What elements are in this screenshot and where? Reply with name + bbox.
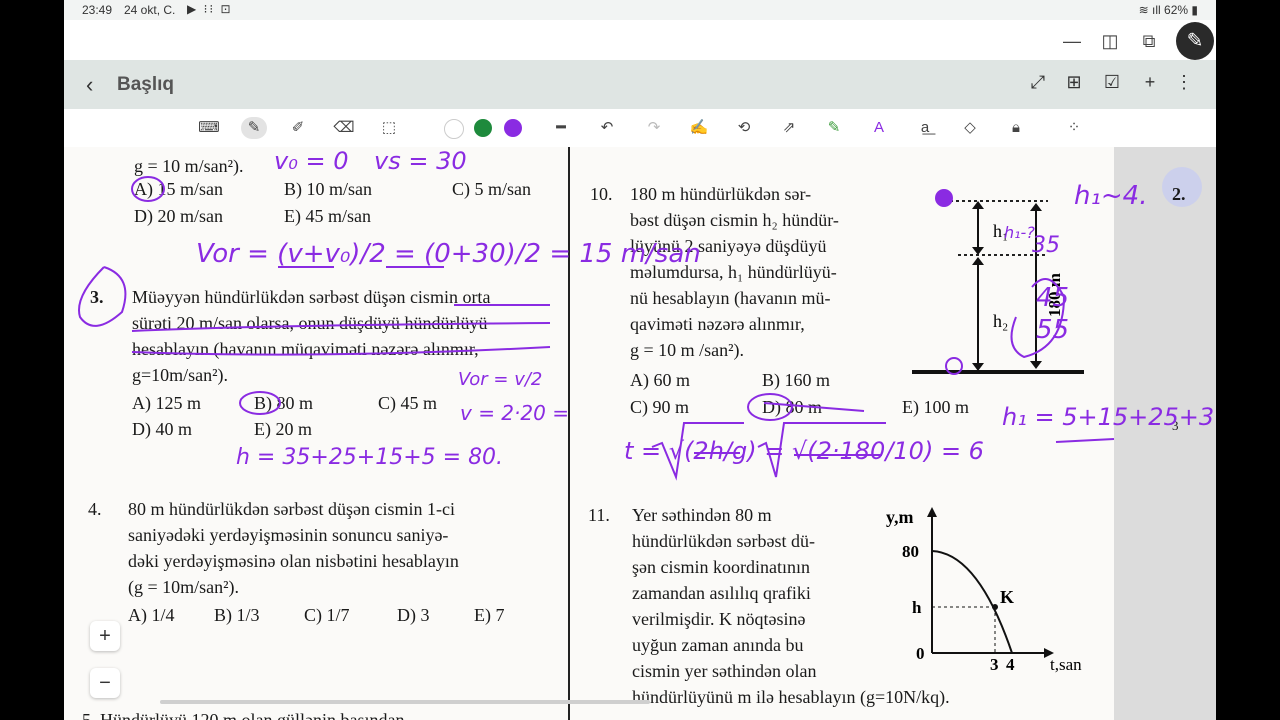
highlighter-icon[interactable]: ✐ [285, 117, 311, 139]
hw-fig-35: 35 [1032, 233, 1060, 258]
shape-pen-icon[interactable]: ⟲ [731, 117, 757, 139]
shapes-icon[interactable]: ◇ [957, 117, 983, 139]
lock-icon[interactable]: 🔒︎ [1003, 117, 1029, 139]
circle-answer-a [131, 176, 165, 202]
color-green-swatch[interactable] [474, 119, 492, 137]
drawing-toolbar: ⌨ ✎ ✐ ⌫ ⬚ ━ ↶ ↷ ✍ ⟲ ⇗ ✎ A a͟ ◇ 🔒︎ ⁘ [64, 109, 1216, 148]
hw-fig-45: 45 [1036, 283, 1070, 313]
minimize-icon[interactable]: — [1059, 28, 1085, 54]
hw-v0: v₀ = 0 [274, 147, 349, 175]
expand-icon[interactable]: ⤢ [1026, 72, 1050, 93]
hw-vs: vs = 30 [374, 147, 467, 175]
green-highlighter-icon[interactable]: ✎ [821, 117, 847, 139]
window-controls: — ◫ ⧉ [64, 20, 1216, 60]
battery-level: 62% [1164, 3, 1189, 17]
status-right: ≋ ıll 62% ▮ [1139, 3, 1198, 17]
stroke-width-icon[interactable]: ━ [548, 117, 574, 139]
pen-shortcut-icon[interactable]: ✎ [1176, 22, 1214, 60]
color-purple-swatch[interactable] [504, 119, 522, 137]
status-date: 24 okt, C. [124, 3, 176, 17]
circle-q10-d [747, 393, 793, 421]
horizontal-scrollbar[interactable] [160, 700, 650, 704]
ground-marker [945, 357, 963, 375]
zoom-out-button[interactable]: − [90, 668, 120, 698]
color-white-swatch[interactable] [444, 119, 464, 139]
zoom-in-button[interactable]: + [90, 621, 120, 651]
redo-icon[interactable]: ↷ [641, 117, 667, 139]
underline-q3-2 [131, 322, 551, 332]
eraser-icon[interactable]: ⌫ [331, 117, 357, 139]
note-title[interactable]: Başlıq [117, 74, 174, 96]
status-time: 23:49 [82, 3, 113, 17]
arrow-pen-icon[interactable]: ⇗ [776, 117, 802, 139]
title-bar: ‹ Başlıq ⤢ ⊞ ☑ + ⋮ [64, 60, 1216, 109]
circle-q3-b [239, 391, 281, 415]
book-view-icon[interactable]: ⊞ [1062, 72, 1086, 93]
lasso-pen-icon[interactable]: ✍ [686, 117, 712, 139]
circle-q3 [78, 266, 127, 327]
popup-view-icon[interactable]: ⧉ [1136, 28, 1162, 54]
document-canvas[interactable]: 2. 3 g = 10 m/san²). A) 15 m/san B) 10 m… [64, 147, 1216, 720]
hw-h1-guess: h₁~4. [1074, 181, 1148, 211]
more-options-icon[interactable]: ⋮ [1172, 72, 1196, 93]
notification-icons: ▶ ⁝⁝ ⊡ [187, 2, 233, 16]
hw-t-formula: t = √(2h/g) = √(2·180/10) = 6 [624, 437, 984, 465]
hw-fig-55: 55 [1036, 315, 1070, 345]
keyboard-icon[interactable]: ⌨ [196, 117, 222, 139]
underline-q3-3 [131, 346, 551, 356]
split-view-icon[interactable]: ◫ [1097, 28, 1123, 54]
text-recognition-icon[interactable]: a͟ [912, 117, 938, 139]
status-bar: 23:49 24 okt, C. ▶ ⁝⁝ ⊡ ≋ ıll 62% ▮ [64, 0, 1216, 20]
text-style-icon[interactable]: A [866, 117, 892, 139]
add-icon[interactable]: + [1138, 72, 1162, 93]
hw-q3-sum: h = 35+25+15+5 = 80. [236, 445, 504, 470]
pen-icon[interactable]: ✎ [241, 117, 267, 139]
hw-vor-formula: Vor = (v+v₀)/2 = (0+30)/2 = 15 m/san [196, 239, 701, 269]
wifi-icon: ≋ ıll [1138, 3, 1165, 17]
checklist-icon[interactable]: ☑ [1100, 72, 1124, 93]
undo-icon[interactable]: ↶ [594, 117, 620, 139]
battery-icon: ▮ [1188, 3, 1198, 17]
hw-q3-v: v = 2·20 = [460, 401, 569, 425]
back-icon[interactable]: ‹ [86, 72, 93, 98]
grid-menu-icon[interactable]: ⁘ [1061, 117, 1087, 139]
selection-icon[interactable]: ⬚ [376, 117, 402, 139]
hw-q3-vor: Vor = v/2 [458, 369, 543, 390]
app-screen: 23:49 24 okt, C. ▶ ⁝⁝ ⊡ ≋ ıll 62% ▮ — ◫ … [64, 0, 1216, 720]
hw-fig-h1: h₁-? [1004, 223, 1035, 242]
hw-h1-sum: h₁ = 5+15+25+3 [1002, 403, 1215, 431]
